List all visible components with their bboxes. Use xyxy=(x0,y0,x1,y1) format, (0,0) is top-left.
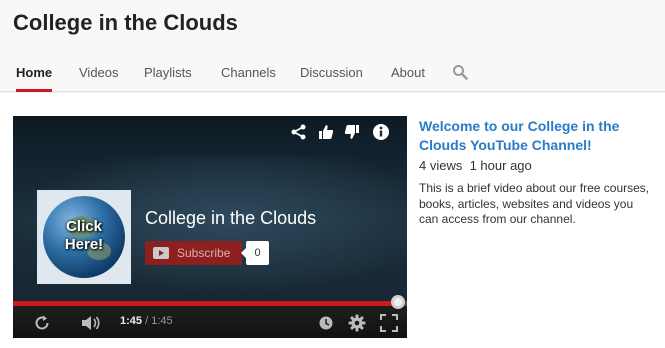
fullscreen-icon[interactable] xyxy=(380,314,398,332)
duration: / 1:45 xyxy=(145,315,173,327)
search-icon[interactable] xyxy=(452,64,468,80)
channel-thumbnail[interactable]: Click Here! xyxy=(37,190,131,284)
settings-icon[interactable] xyxy=(348,314,366,332)
featured-video-title[interactable]: Welcome to our College in the Clouds You… xyxy=(419,117,655,155)
dislike-icon[interactable] xyxy=(342,122,362,142)
thumbnail-text: Click xyxy=(66,218,102,235)
progress-handle[interactable] xyxy=(391,295,405,309)
featured-video-info: Welcome to our College in the Clouds You… xyxy=(419,117,655,228)
tab-videos[interactable]: Videos xyxy=(79,60,119,92)
current-time: 1:45 xyxy=(120,315,143,327)
subscribe-label: Subscribe xyxy=(177,246,231,260)
subscribe-button[interactable]: Subscribe xyxy=(145,241,242,265)
video-player[interactable]: Click Here! College in the Clouds Subscr… xyxy=(13,116,407,338)
subscriber-count: 0 xyxy=(241,241,269,265)
channel-title: College in the Clouds xyxy=(13,10,238,35)
tab-about[interactable]: About xyxy=(391,60,425,92)
tab-channels[interactable]: Channels xyxy=(221,60,276,92)
watch-later-icon[interactable] xyxy=(318,315,334,331)
video-title[interactable]: College in the Clouds xyxy=(145,208,316,229)
thumbnail-text: Here! xyxy=(64,236,104,253)
tab-home[interactable]: Home xyxy=(16,60,53,92)
channel-header: College in the Clouds Home Videos Playli… xyxy=(0,0,665,92)
video-meta: 4 views 1 hour ago xyxy=(419,158,655,173)
replay-icon[interactable] xyxy=(33,314,51,332)
share-icon[interactable] xyxy=(289,122,309,142)
tab-discussion[interactable]: Discussion xyxy=(300,60,363,92)
video-description: This is a brief video about our free cou… xyxy=(419,181,650,226)
volume-icon[interactable] xyxy=(80,314,102,332)
time-display: 1:45 / 1:45 xyxy=(120,315,173,327)
player-controls: 1:45 / 1:45 xyxy=(13,306,407,338)
youtube-icon xyxy=(153,247,169,259)
like-icon[interactable] xyxy=(316,122,336,142)
tab-playlists[interactable]: Playlists xyxy=(144,60,192,92)
info-icon[interactable] xyxy=(371,122,391,142)
progress-fill xyxy=(13,301,398,306)
upload-age: 1 hour ago xyxy=(469,158,532,173)
view-count: 4 views xyxy=(419,158,463,173)
progress-bar[interactable] xyxy=(13,301,407,306)
